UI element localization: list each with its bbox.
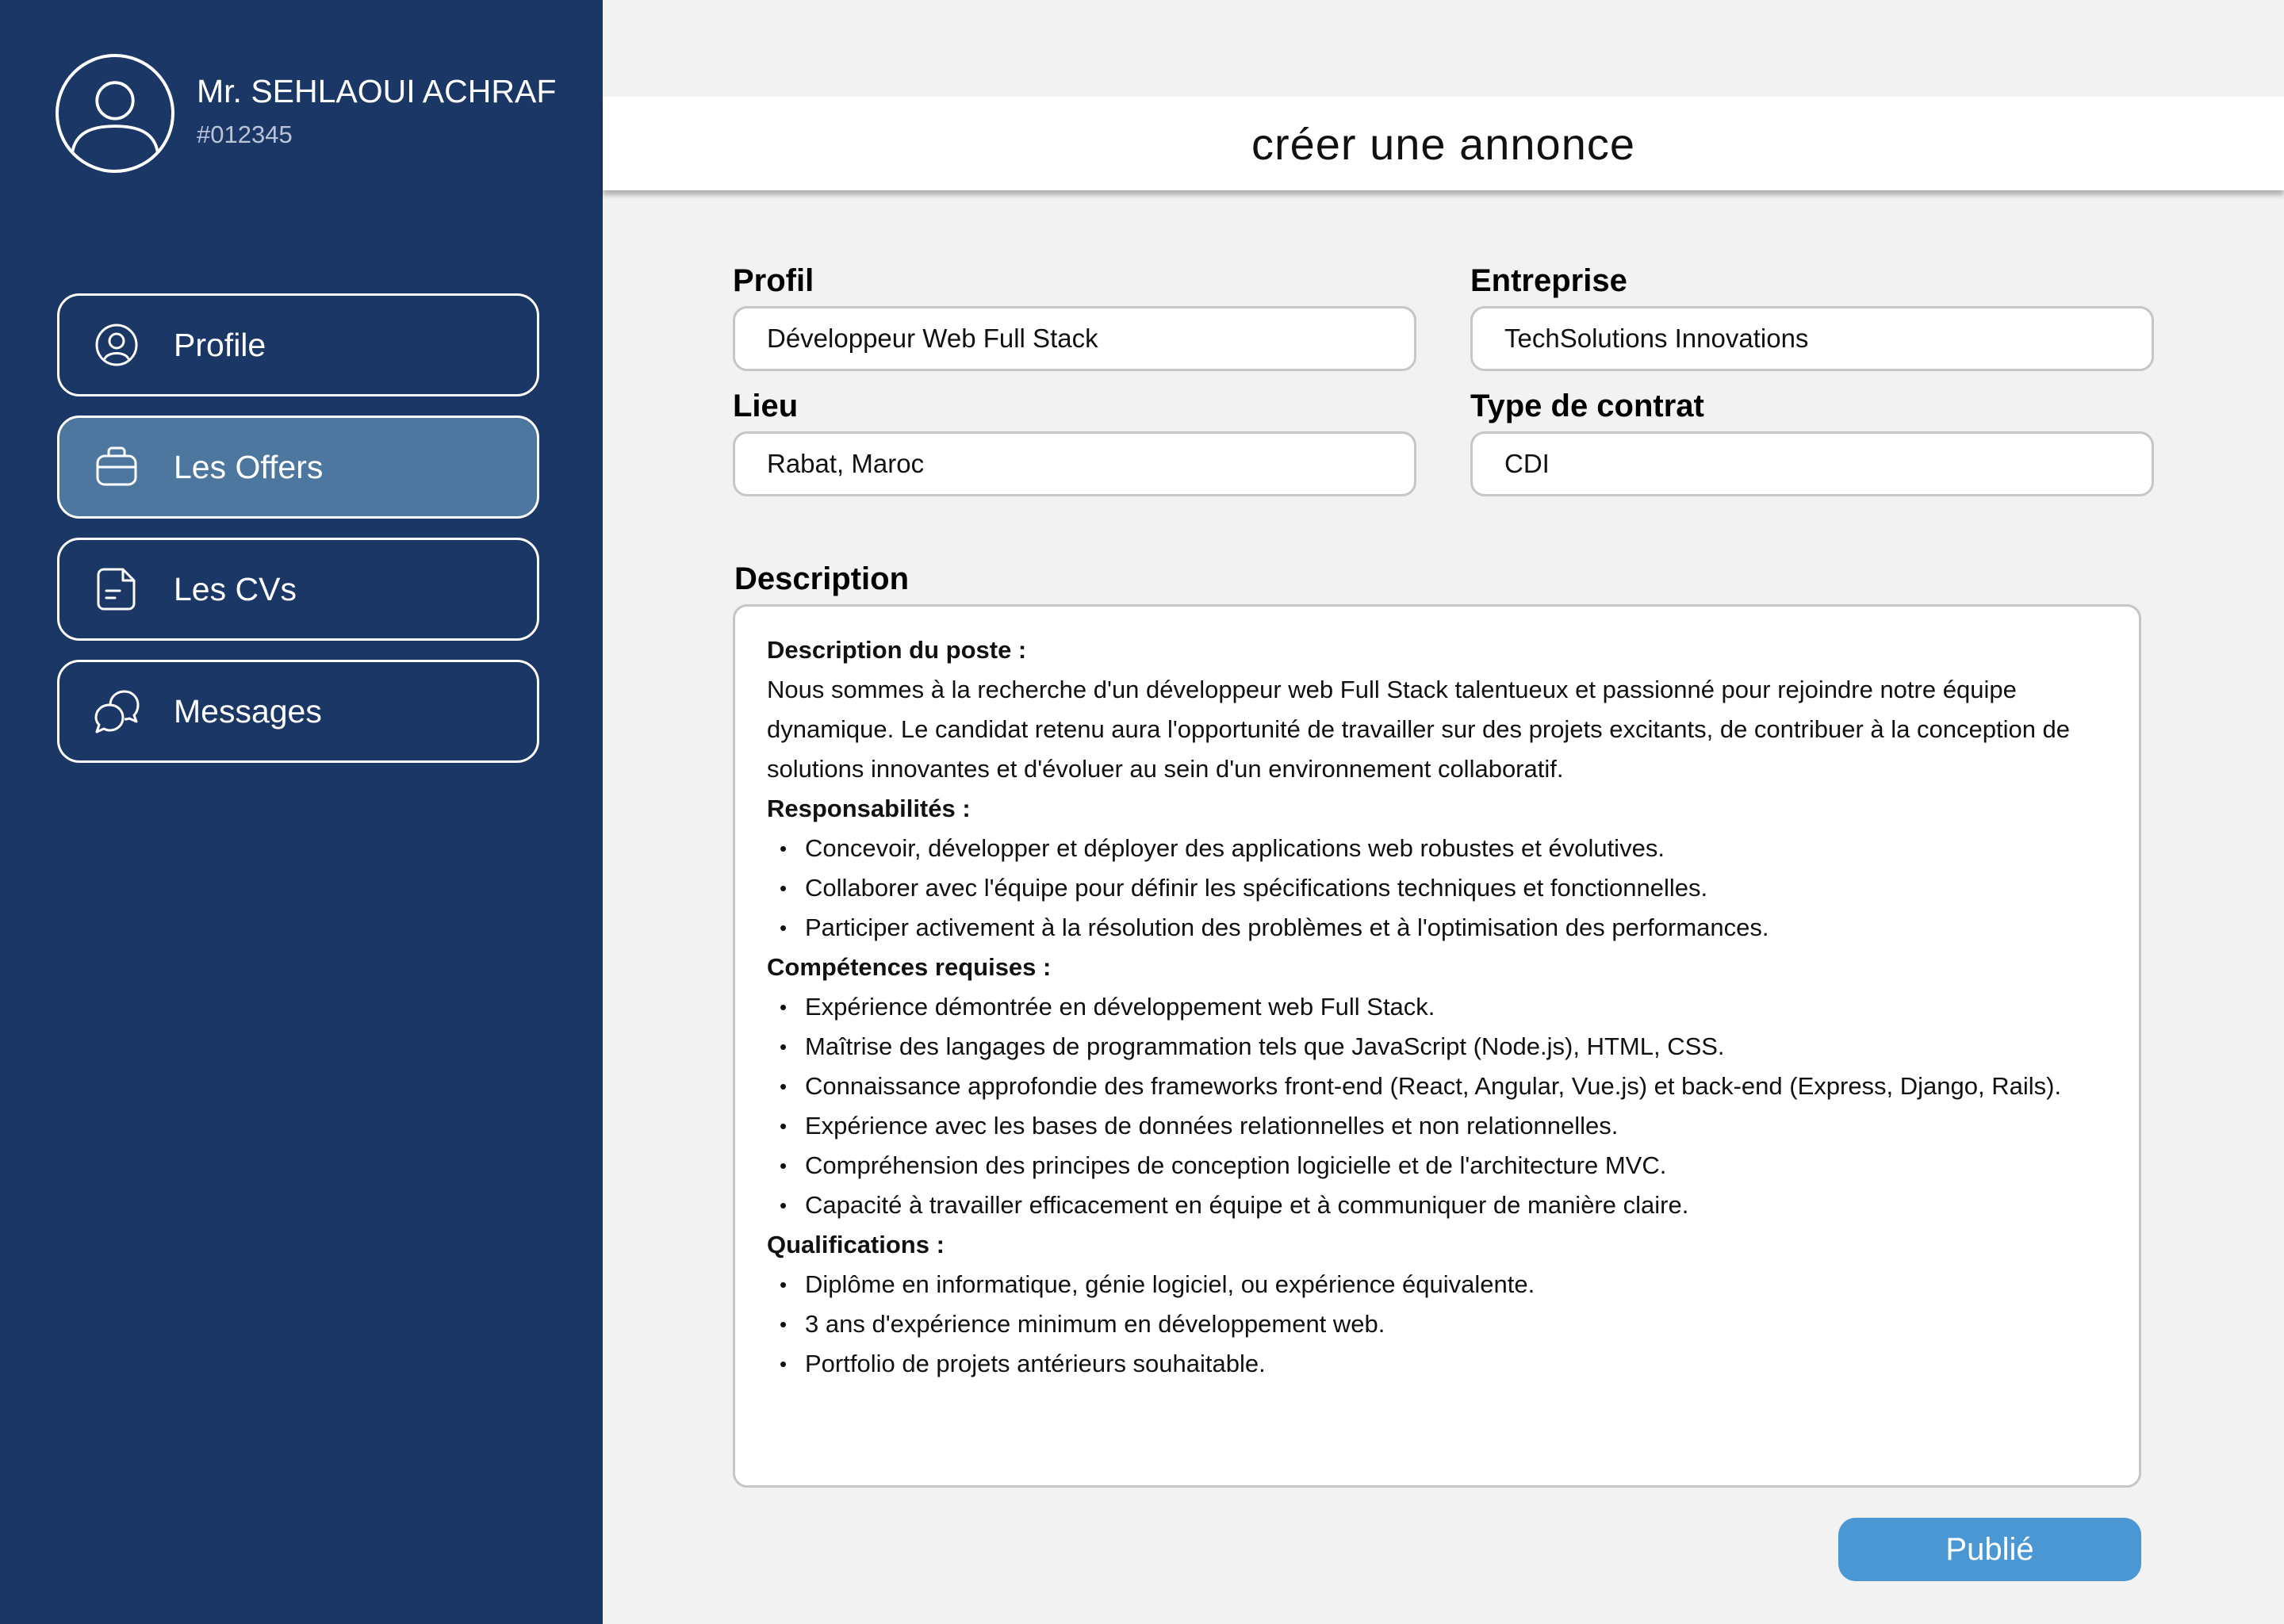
list-item: Compréhension des principes de conceptio… xyxy=(767,1146,2107,1185)
sidebar-item-cvs[interactable]: Les CVs xyxy=(57,538,539,641)
profil-input[interactable] xyxy=(733,306,1416,371)
desc-comp-title: Compétences requises : xyxy=(767,953,1052,981)
user-card: Mr. SEHLAOUI ACHRAF #012345 xyxy=(56,54,579,173)
desc-qual-list: Diplôme en informatique, génie logiciel,… xyxy=(767,1265,2107,1384)
user-avatar-icon[interactable] xyxy=(56,54,174,173)
document-icon xyxy=(97,568,136,611)
list-item: Collaborer avec l'équipe pour définir le… xyxy=(767,868,2107,908)
user-id: #012345 xyxy=(197,121,293,148)
list-item: Maîtrise des langages de programmation t… xyxy=(767,1027,2107,1067)
desc-poste-title: Description du poste : xyxy=(767,636,1027,664)
sidebar-item-label: Profile xyxy=(174,326,266,363)
page-header: créer une annonce xyxy=(603,97,2284,190)
list-item: Expérience démontrée en développement we… xyxy=(767,987,2107,1027)
list-item: Participer activement à la résolution de… xyxy=(767,908,2107,948)
list-item: Diplôme en informatique, génie logiciel,… xyxy=(767,1265,2107,1304)
desc-resp-title: Responsabilités : xyxy=(767,795,971,822)
list-item: 3 ans d'expérience minimum en développem… xyxy=(767,1304,2107,1344)
entreprise-label: Entreprise xyxy=(1470,263,1627,298)
page-title: créer une annonce xyxy=(1251,118,1635,169)
lieu-input[interactable] xyxy=(733,431,1416,496)
sidebar-item-profile[interactable]: Profile xyxy=(57,293,539,396)
list-item: Portfolio de projets antérieurs souhaita… xyxy=(767,1344,2107,1384)
contrat-label: Type de contrat xyxy=(1470,389,1704,423)
user-circle-icon xyxy=(95,324,138,366)
list-item: Connaissance approfondie des frameworks … xyxy=(767,1067,2107,1106)
description-label: Description xyxy=(734,561,910,596)
sidebar-item-offers[interactable]: Les Offers xyxy=(57,416,539,519)
sidebar-item-label: Les Offers xyxy=(174,448,324,485)
desc-comp-list: Expérience démontrée en développement we… xyxy=(767,987,2107,1225)
list-item: Expérience avec les bases de données rel… xyxy=(767,1106,2107,1146)
sidebar-item-label: Messages xyxy=(174,692,322,730)
sidebar-item-messages[interactable]: Messages xyxy=(57,660,539,763)
contrat-input[interactable] xyxy=(1470,431,2154,496)
briefcase-icon xyxy=(96,446,137,486)
list-item: Concevoir, développer et déployer des ap… xyxy=(767,829,2107,868)
entreprise-input[interactable] xyxy=(1470,306,2154,371)
sidebar: Mr. SEHLAOUI ACHRAF #012345 Profile Les … xyxy=(0,0,603,1624)
user-name: Mr. SEHLAOUI ACHRAF xyxy=(197,73,557,109)
desc-qual-title: Qualifications : xyxy=(767,1231,945,1258)
publish-button[interactable]: Publié xyxy=(1838,1518,2141,1581)
description-textarea[interactable]: Description du poste : Nous sommes à la … xyxy=(733,604,2141,1488)
desc-poste-text: Nous sommes à la recherche d'un développ… xyxy=(767,676,2071,783)
sidebar-item-label: Les CVs xyxy=(174,570,297,607)
list-item: Capacité à travailler efficacement en éq… xyxy=(767,1185,2107,1225)
profil-label: Profil xyxy=(733,263,814,298)
lieu-label: Lieu xyxy=(733,389,799,423)
chat-bubbles-icon xyxy=(94,690,140,733)
desc-resp-list: Concevoir, développer et déployer des ap… xyxy=(767,829,2107,948)
